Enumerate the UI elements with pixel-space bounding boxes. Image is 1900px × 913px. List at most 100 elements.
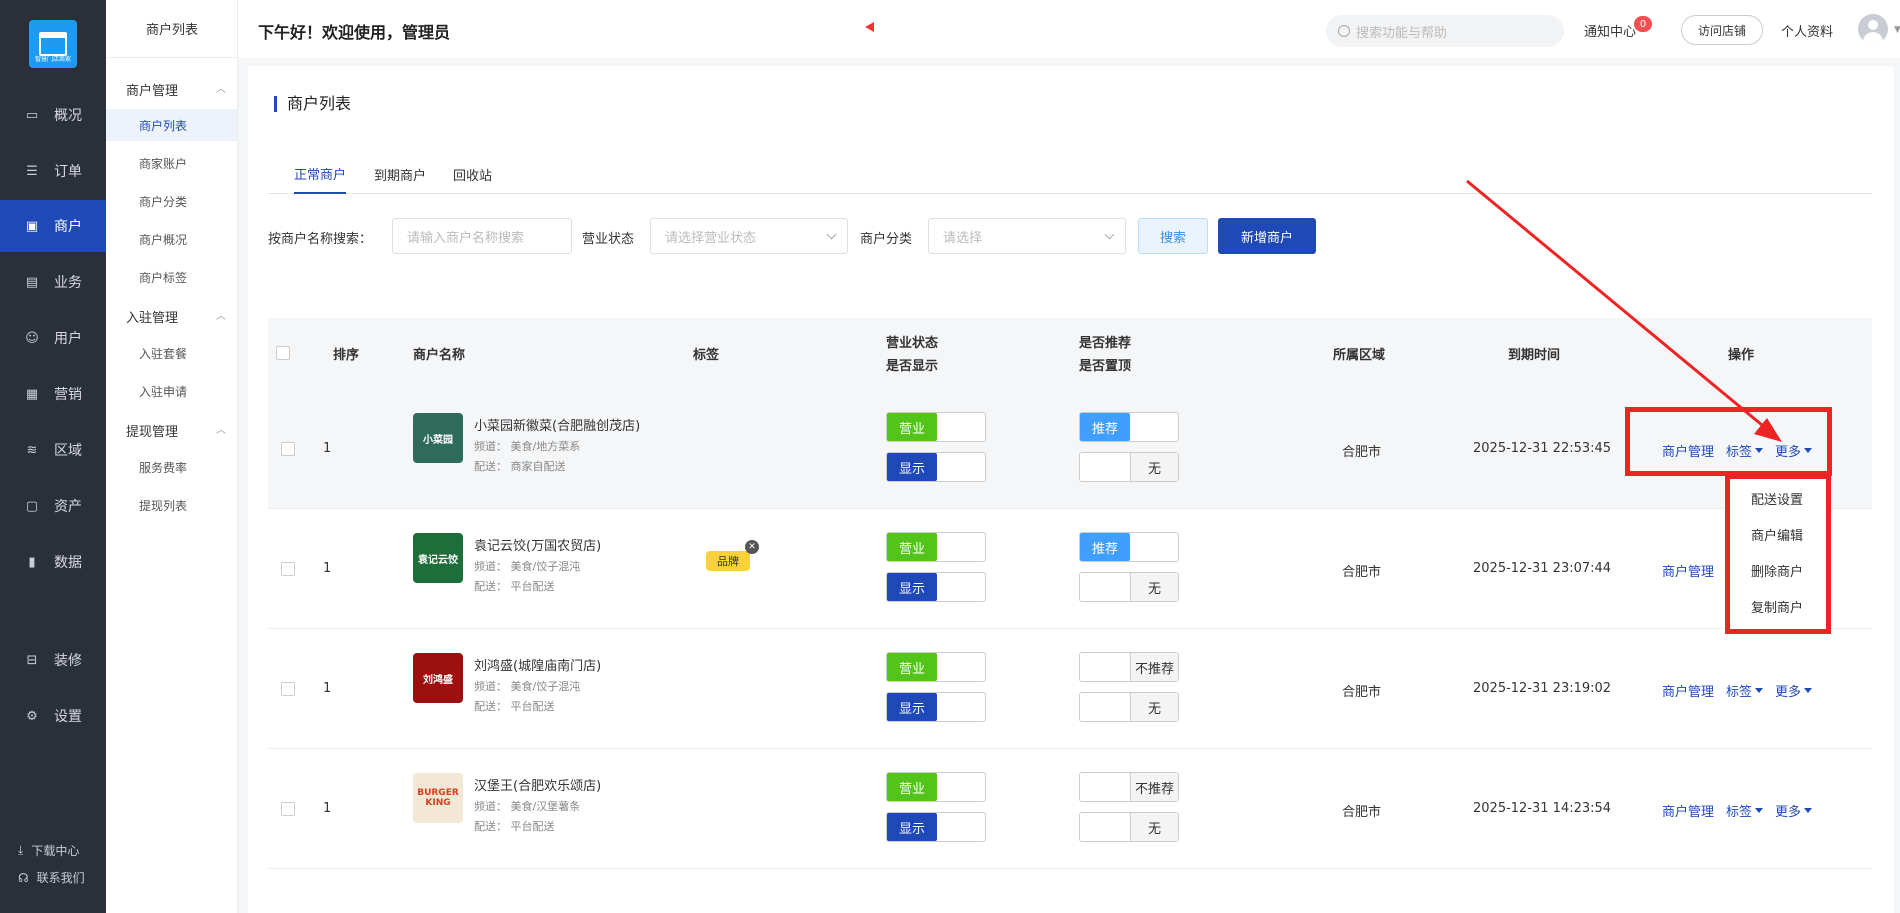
- chevron-up-icon: ︿: [216, 311, 226, 322]
- row-region: 合肥市: [1342, 685, 1382, 700]
- subnav-item-applications[interactable]: 入驻申请: [106, 375, 237, 407]
- merchant-logo: 刘鸿盛: [413, 653, 463, 703]
- remove-tag-icon[interactable]: ✕: [745, 540, 759, 554]
- subnav-item-merchant-list[interactable]: 商户列表: [106, 109, 237, 141]
- download-center-link[interactable]: ⤓ 下载中心: [18, 842, 79, 859]
- tab-recycle[interactable]: 回收站: [453, 154, 492, 194]
- merchant-manage-link[interactable]: 商户管理: [1662, 681, 1714, 700]
- sidebar-item-decoration[interactable]: ⊟ 装修: [0, 634, 106, 686]
- profile-link[interactable]: 个人资料: [1781, 21, 1833, 40]
- row-region: 合肥市: [1342, 445, 1382, 460]
- tab-normal[interactable]: 正常商户: [294, 154, 347, 194]
- subnav-item-packages[interactable]: 入驻套餐: [106, 337, 237, 369]
- chevron-up-icon: ︿: [216, 425, 226, 436]
- sidebar-item-settings[interactable]: ⚙ 设置: [0, 690, 106, 742]
- caret-down-icon: [1755, 688, 1764, 693]
- row-checkbox[interactable]: [281, 442, 295, 456]
- subnav-item-service-fee[interactable]: 服务费率: [106, 451, 237, 483]
- open-toggle[interactable]: 营业: [886, 772, 986, 802]
- status-select[interactable]: 请选择营业状态: [650, 218, 848, 254]
- top-toggle[interactable]: 无: [1079, 572, 1179, 602]
- row-checkbox[interactable]: [281, 682, 295, 696]
- monitor-icon: ▭: [25, 107, 39, 123]
- merchant-channel: 频道： 美食/汉堡薯条: [474, 800, 581, 813]
- sidebar-item-assets[interactable]: ▢ 资产: [0, 480, 106, 532]
- recommend-toggle[interactable]: 推荐: [1079, 412, 1179, 442]
- notice-center-link[interactable]: 通知中心: [1584, 21, 1636, 40]
- sidebar-item-region[interactable]: ≋ 区域: [0, 424, 106, 476]
- brand-tag: 品牌: [706, 551, 750, 571]
- open-toggle[interactable]: 营业: [886, 412, 986, 442]
- category-filter-label: 商户分类: [860, 232, 913, 247]
- row-checkbox[interactable]: [281, 802, 295, 816]
- page-title: 商户列表: [274, 96, 351, 112]
- top-toggle[interactable]: 无: [1079, 452, 1179, 482]
- subnav-item-merchant-category[interactable]: 商户分类: [106, 185, 237, 217]
- top-toggle[interactable]: 无: [1079, 812, 1179, 842]
- subnav-group-withdraw[interactable]: 提现管理 ︿: [126, 421, 226, 440]
- show-toggle[interactable]: 显示: [886, 572, 986, 602]
- subnav-item-merchant-accounts[interactable]: 商家账户: [106, 147, 237, 179]
- select-all-checkbox[interactable]: [276, 346, 290, 360]
- user-icon: ☺: [25, 330, 39, 346]
- chevron-up-icon: ︿: [216, 84, 226, 95]
- app-logo[interactable]: 智慧门店商家: [29, 20, 77, 68]
- row-ops: 商户管理 标签 更多: [1662, 801, 1824, 820]
- red-pointer-icon: [865, 22, 874, 32]
- contact-us-link[interactable]: ☊ 联系我们: [18, 869, 85, 886]
- briefcase-icon: ▤: [25, 274, 39, 290]
- sidebar-item-marketing[interactable]: ▦ 营销: [0, 368, 106, 420]
- subnav-item-merchant-tags[interactable]: 商户标签: [106, 261, 237, 293]
- top-toggle[interactable]: 无: [1079, 692, 1179, 722]
- avatar[interactable]: [1858, 14, 1888, 44]
- chevron-down-icon[interactable]: ▼: [1894, 25, 1900, 35]
- open-toggle[interactable]: 营业: [886, 652, 986, 682]
- sidebar-item-business[interactable]: ▤ 业务: [0, 256, 106, 308]
- tag-dropdown[interactable]: 标签: [1726, 681, 1764, 700]
- subnav-item-merchant-overview[interactable]: 商户概况: [106, 223, 237, 255]
- subnav-item-withdraw-list[interactable]: 提现列表: [106, 489, 237, 521]
- col-ops: 操作: [1728, 348, 1755, 363]
- visit-store-button[interactable]: 访问店铺: [1681, 15, 1763, 45]
- chevron-down-icon: [826, 229, 837, 240]
- row-checkbox[interactable]: [281, 562, 295, 576]
- col-recommend: 是否推荐: [1079, 336, 1132, 351]
- recommend-toggle[interactable]: 推荐: [1079, 532, 1179, 562]
- col-status: 营业状态: [886, 336, 939, 351]
- tab-expired[interactable]: 到期商户: [374, 154, 426, 194]
- open-toggle[interactable]: 营业: [886, 532, 986, 562]
- name-search-input[interactable]: 请输入商户名称搜索: [392, 218, 572, 254]
- top-bar: 下午好！欢迎使用，管理员 搜索功能与帮助 通知中心 0 访问店铺 个人资料 ▼: [238, 0, 1900, 58]
- merchant-manage-link[interactable]: 商户管理: [1662, 561, 1714, 580]
- show-toggle[interactable]: 显示: [886, 812, 986, 842]
- help-search-input[interactable]: 搜索功能与帮助: [1326, 15, 1564, 47]
- merchant-manage-link[interactable]: 商户管理: [1662, 801, 1714, 820]
- main-card: 商户列表 正常商户 到期商户 回收站 按商户名称搜索： 请输入商户名称搜索 营业…: [248, 66, 1894, 913]
- sub-sidebar-title: 商户列表: [106, 0, 238, 58]
- category-select[interactable]: 请选择: [928, 218, 1126, 254]
- recommend-toggle[interactable]: 不推荐: [1079, 652, 1179, 682]
- sidebar-item-data[interactable]: ▮ 数据: [0, 536, 106, 588]
- col-tag: 标签: [693, 348, 720, 363]
- col-name: 商户名称: [413, 348, 466, 363]
- recommend-toggle[interactable]: 不推荐: [1079, 772, 1179, 802]
- annotation-box-ops: [1625, 407, 1832, 476]
- sidebar-item-users[interactable]: ☺ 用户: [0, 312, 106, 364]
- sidebar-item-overview[interactable]: ▭ 概况: [0, 89, 106, 141]
- more-dropdown[interactable]: 更多: [1775, 801, 1813, 820]
- row-region: 合肥市: [1342, 805, 1382, 820]
- add-merchant-button[interactable]: 新增商户: [1218, 218, 1316, 254]
- sidebar-item-merchants[interactable]: ▣ 商户: [0, 200, 106, 252]
- subnav-group-onboarding[interactable]: 入驻管理 ︿: [126, 307, 226, 326]
- status-filter-label: 营业状态: [582, 232, 635, 247]
- caret-down-icon: [1804, 808, 1813, 813]
- subnav-group-merchant[interactable]: 商户管理 ︿: [126, 80, 226, 99]
- merchant-name: 汉堡王(合肥欢乐颂店): [474, 779, 602, 794]
- search-button[interactable]: 搜索: [1138, 218, 1208, 254]
- sidebar-item-orders[interactable]: ☰ 订单: [0, 145, 106, 197]
- tag-dropdown[interactable]: 标签: [1726, 801, 1764, 820]
- merchant-logo: 袁记云饺: [413, 533, 463, 583]
- more-dropdown[interactable]: 更多: [1775, 681, 1813, 700]
- show-toggle[interactable]: 显示: [886, 452, 986, 482]
- show-toggle[interactable]: 显示: [886, 692, 986, 722]
